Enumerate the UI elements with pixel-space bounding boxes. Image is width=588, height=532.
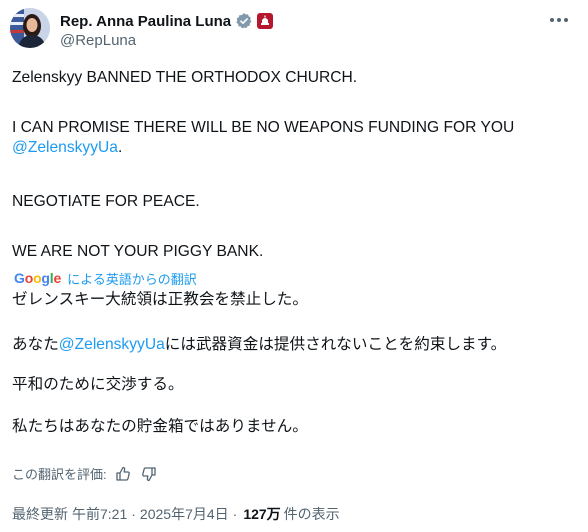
separator: · — [232, 506, 238, 522]
updated-label: 最終更新 — [12, 506, 68, 522]
tweet-line-text: . — [117, 139, 123, 156]
rate-translation-label: この翻訳を評価: — [12, 467, 107, 482]
tweet-date[interactable]: 2025年7月4日 — [140, 504, 229, 524]
tweet-line-text: I CAN PROMISE THERE WILL BE NO WEAPONS F… — [12, 119, 515, 136]
separator: · — [131, 506, 136, 522]
views-label: 件の表示 — [283, 506, 340, 522]
mention-link[interactable]: @ZelenskyyUa — [12, 139, 118, 156]
verified-badge-icon — [235, 12, 253, 30]
rate-translation: この翻訳を評価: — [12, 464, 157, 483]
tweet-line: NEGOTIATE FOR PEACE. — [12, 193, 200, 210]
user-handle[interactable]: @RepLuna — [60, 32, 136, 49]
google-translate-attribution[interactable]: Google による英語からの翻訳 — [14, 268, 197, 288]
views-count[interactable]: 127万 — [243, 504, 280, 524]
tweet-time[interactable]: 午前7:21 — [72, 504, 127, 524]
avatar[interactable] — [10, 8, 50, 48]
translated-line: ゼレンスキー大統領は正教会を禁止した。 — [12, 291, 308, 308]
government-label-icon[interactable] — [257, 13, 274, 29]
google-logo: Google — [14, 270, 62, 286]
translated-line: あなた@ZelenskyyUaには武器資金は提供されないことを約束します。 — [12, 335, 572, 355]
translated-line-text: には武器資金は提供されないことを約束します。 — [164, 336, 507, 353]
more-options-icon[interactable] — [548, 12, 570, 28]
translated-line-text: あなた — [12, 336, 59, 353]
name-row: Rep. Anna Paulina Luna — [60, 11, 274, 31]
tweet-header: Rep. Anna Paulina Luna @RepLuna — [10, 8, 578, 52]
avatar-image — [10, 8, 50, 48]
translated-line: 私たちはあなたの貯金箱ではありません。 — [12, 418, 308, 435]
display-name[interactable]: Rep. Anna Paulina Luna — [60, 13, 231, 30]
tweet-line: Zelenskyy BANNED THE ORTHODOX CHURCH. — [12, 69, 358, 86]
thumbs-up-icon[interactable] — [115, 466, 131, 482]
tweet-line: I CAN PROMISE THERE WILL BE NO WEAPONS F… — [12, 118, 514, 158]
translated-line: 平和のために交渉する。 — [12, 376, 184, 393]
tweet-line: WE ARE NOT YOUR PIGGY BANK. — [12, 243, 264, 260]
mention-link[interactable]: @ZelenskyyUa — [59, 336, 165, 353]
tweet-meta: 最終更新 午前7:21 · 2025年7月4日 · 127万 件の表示 — [12, 504, 340, 524]
thumbs-down-icon[interactable] — [141, 466, 157, 482]
translation-source-label[interactable]: による英語からの翻訳 — [67, 269, 197, 288]
